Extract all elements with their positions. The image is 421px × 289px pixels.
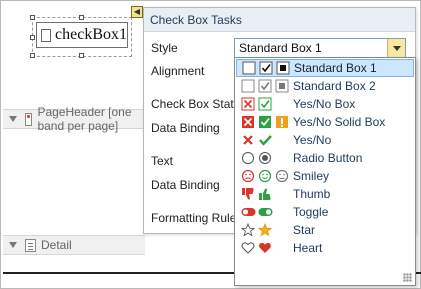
- yes-no-solid-box-icons: [236, 115, 293, 129]
- dropdown-item-label: Toggle: [293, 205, 329, 219]
- tasks-panel-title: Check Box Tasks: [144, 8, 415, 32]
- dropdown-item-label: Yes/No Solid Box: [293, 115, 386, 129]
- radio-button-icons: [236, 151, 293, 165]
- dropdown-item-yes-no[interactable]: Yes/No: [236, 131, 414, 149]
- task-label-alignment: Alignment: [151, 64, 205, 78]
- standard-box-2-icons: [236, 79, 293, 93]
- dropdown-item-thumb[interactable]: Thumb: [236, 185, 414, 203]
- task-label-style: Style: [151, 41, 178, 55]
- band-page-header-label: PageHeader [one band per page]: [37, 105, 132, 133]
- dropdown-item-label: Standard Box 1: [294, 61, 377, 75]
- collapse-triangle-icon[interactable]: [9, 242, 17, 248]
- heart-icons: [236, 241, 293, 255]
- dropdown-item-label: Thumb: [293, 187, 331, 201]
- dropdown-item-standard-box-2[interactable]: Standard Box 2: [236, 77, 414, 95]
- checkbox-square: [41, 28, 52, 42]
- resize-handle[interactable]: [30, 53, 35, 58]
- smart-tag-icon[interactable]: ◀: [131, 6, 143, 18]
- detail-band-icon: [25, 238, 36, 252]
- band-detail-label: Detail: [41, 238, 72, 252]
- band-detail[interactable]: Detail: [3, 235, 145, 255]
- dropdown-item-label: Heart: [293, 241, 323, 255]
- style-combo[interactable]: Standard Box 1: [234, 38, 406, 58]
- task-label-check-box-state: Check Box State: [151, 97, 241, 111]
- resize-grip-icon[interactable]: [403, 273, 412, 282]
- collapse-triangle-icon[interactable]: [9, 116, 17, 122]
- dropdown-item-radio-button[interactable]: Radio Button: [236, 149, 414, 167]
- task-label-text: Text: [151, 154, 174, 168]
- checkbox-control[interactable]: checkBox1: [36, 22, 128, 48]
- dropdown-item-label: Star: [293, 223, 316, 237]
- task-label-data-binding: Data Binding: [151, 121, 220, 135]
- checkbox-label: checkBox1: [55, 26, 127, 43]
- dropdown-arrow-icon[interactable]: [387, 39, 405, 57]
- dropdown-item-yes-no-box[interactable]: Yes/No Box: [236, 95, 414, 113]
- standard-box-1-icons: [237, 61, 294, 75]
- yes-no-box-icons: [236, 97, 293, 111]
- smiley-icons: [236, 169, 293, 183]
- star-icons: [236, 223, 293, 237]
- dropdown-item-label: Yes/No: [293, 133, 332, 147]
- report-designer-surface: checkBox1 ◀ PageHeader [one band per pag…: [0, 0, 421, 289]
- yes-no-icons: [236, 133, 293, 147]
- dropdown-item-label: Standard Box 2: [293, 79, 376, 93]
- dropdown-item-label: Radio Button: [293, 151, 363, 165]
- dropdown-item-heart[interactable]: Heart: [236, 239, 414, 257]
- resize-handle[interactable]: [79, 53, 84, 58]
- thumb-icons: [236, 187, 293, 201]
- dropdown-item-star[interactable]: Star: [236, 221, 414, 239]
- resize-handle[interactable]: [79, 15, 84, 20]
- page-header-band-icon: [25, 112, 33, 126]
- dropdown-item-yes-no-solid-box[interactable]: Yes/No Solid Box: [236, 113, 414, 131]
- style-combo-value: Standard Box 1: [239, 41, 322, 55]
- resize-handle[interactable]: [30, 15, 35, 20]
- dropdown-item-label: Yes/No Box: [293, 97, 356, 111]
- style-dropdown-list: Standard Box 1 Standard Box 2 Yes/No Box…: [234, 57, 416, 286]
- dropdown-item-smiley[interactable]: Smiley: [236, 167, 414, 185]
- resize-handle[interactable]: [30, 35, 35, 40]
- dropdown-item-label: Smiley: [293, 169, 330, 183]
- task-label-formatting-rules: Formatting Rules: [151, 211, 243, 225]
- dropdown-item-standard-box-1[interactable]: Standard Box 1: [236, 59, 414, 77]
- toggle-icons: [236, 205, 293, 219]
- task-label-data-binding: Data Binding: [151, 178, 220, 192]
- dropdown-item-toggle[interactable]: Toggle: [236, 203, 414, 221]
- band-page-header[interactable]: PageHeader [one band per page]: [3, 105, 145, 133]
